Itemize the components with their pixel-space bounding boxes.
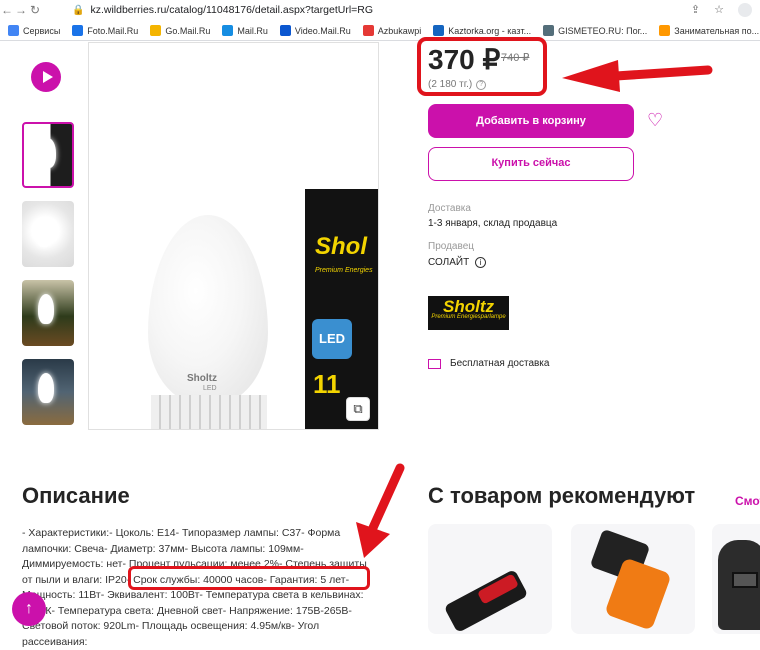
bookmark-label: Kaztorka.org - казт... [448, 25, 532, 36]
box-brand-text: Shol [315, 233, 367, 260]
video-play-button[interactable] [31, 62, 61, 92]
add-to-cart-button[interactable]: Добавить в корзину [428, 104, 634, 138]
brand-logo-tagline: Premium Energiesparlampe [431, 314, 506, 320]
heart-icon[interactable]: ♡ [647, 110, 663, 131]
recommend-heading: С товаром рекомендуют [428, 483, 696, 508]
bulb-base [151, 395, 267, 429]
bookmark-icon [362, 25, 374, 36]
seller-label: Продавец [428, 241, 474, 252]
profile-avatar[interactable] [738, 3, 752, 17]
bookmark-label: Go.Mail.Ru [165, 25, 211, 36]
bookmark-label: Mail.Ru [237, 25, 268, 36]
bookmark-icon [279, 25, 291, 36]
bulb-sub-text: LED [203, 385, 217, 392]
bookmark-item[interactable]: GISMETEO.RU: Пог... [543, 25, 647, 36]
annotation-box-lifetime [128, 566, 370, 590]
bookmark-item[interactable]: Занимательная по... [659, 25, 759, 36]
bookmark-icon [222, 25, 234, 36]
annotation-box-price [417, 37, 547, 96]
back-icon[interactable]: ← [0, 3, 14, 17]
product-main-image[interactable]: Sholtz LED Shol Premium Energies LED 11 … [88, 42, 379, 430]
star-icon[interactable]: ☆ [714, 3, 724, 17]
info-icon[interactable]: i [474, 257, 486, 268]
bookmark-label: Foto.Mail.Ru [87, 25, 139, 36]
bookmark-label: Video.Mail.Ru [294, 25, 351, 36]
bulb-brand-text: Sholtz [187, 373, 217, 384]
thumbnail-1[interactable] [22, 122, 74, 188]
thumbnail-3[interactable] [22, 280, 74, 346]
description-heading: Описание [22, 483, 130, 508]
welding-mask-window [732, 572, 758, 588]
lock-icon[interactable]: 🔒 [72, 5, 84, 16]
share-icon[interactable]: ⇪ [691, 3, 700, 17]
bookmark-icon [659, 25, 671, 36]
bookmark-item[interactable]: Video.Mail.Ru [279, 25, 351, 36]
bookmark-icon [543, 25, 555, 36]
browser-toolbar: ← → ↻ 🔒 kz.wildberries.ru/catalog/110481… [0, 0, 760, 20]
box-icon [428, 358, 441, 369]
bookmark-item[interactable]: Mail.Ru [222, 25, 268, 36]
copy-icon[interactable]: ⧉ [346, 397, 370, 421]
bookmarks-bar: Сервисы Foto.Mail.Ru Go.Mail.Ru Mail.Ru Vide… [0, 21, 760, 41]
box-tagline-text: Premium Energies [315, 267, 373, 274]
bookmark-icon [150, 25, 162, 36]
bookmark-item[interactable]: Foto.Mail.Ru [72, 25, 138, 36]
delivery-value: 1-3 января, склад продавца [428, 218, 558, 229]
bookmark-icon [8, 25, 19, 36]
bookmark-label: Сервисы [23, 25, 61, 36]
bookmark-label: GISMETEO.RU: Пог... [558, 25, 648, 36]
recommend-see-all-link[interactable]: Смот [735, 494, 760, 508]
thumbnail-4[interactable] [22, 359, 74, 425]
annotation-arrow-lifetime [356, 463, 405, 558]
bookmark-item[interactable]: Azbukawpi [362, 25, 422, 36]
bookmark-item[interactable]: Kaztorka.org - казт... [433, 25, 531, 36]
forward-icon[interactable]: → [14, 3, 28, 17]
address-bar[interactable]: kz.wildberries.ru/catalog/11048176/detai… [90, 4, 373, 16]
buy-now-button[interactable]: Купить сейчас [428, 147, 634, 181]
recommend-card-heat-gun[interactable] [571, 524, 695, 634]
annotation-arrow-price [562, 60, 713, 92]
bookmark-item[interactable]: Go.Mail.Ru [150, 25, 210, 36]
brand-logo[interactable]: Sholtz Premium Energiesparlampe [428, 296, 509, 330]
bookmark-icon [72, 25, 84, 36]
recommend-card-grinder[interactable] [428, 524, 552, 634]
seller-value-row: СОЛАЙТ i [428, 257, 486, 268]
free-shipping-text: Бесплатная доставка [450, 358, 550, 369]
scroll-up-button[interactable]: ↑ [12, 592, 46, 626]
bookmark-label: Azbukawpi [377, 25, 422, 36]
reload-icon[interactable]: ↻ [28, 3, 42, 17]
bookmark-item[interactable]: Сервисы [8, 25, 60, 36]
package-box: Shol Premium Energies LED 11 [305, 189, 378, 429]
box-watt-text: 11 [313, 369, 341, 399]
bookmark-icon [433, 25, 445, 36]
seller-name[interactable]: СОЛАЙТ [428, 257, 469, 268]
thumbnail-2[interactable] [22, 201, 74, 267]
free-shipping: Бесплатная доставка [428, 358, 549, 369]
bookmark-label: Занимательная по... [674, 25, 760, 36]
recommend-card-welding-mask[interactable] [712, 524, 760, 634]
delivery-label: Доставка [428, 203, 471, 214]
box-led-badge: LED [312, 319, 352, 359]
